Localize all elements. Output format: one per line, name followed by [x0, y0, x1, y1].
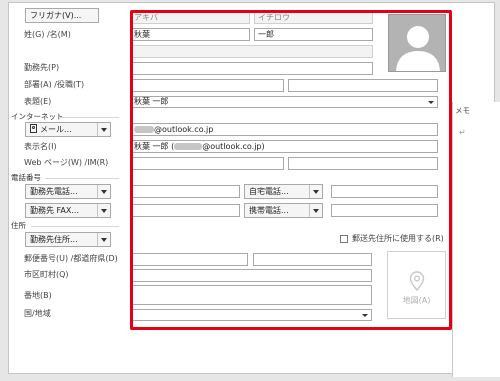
- chevron-down-icon[interactable]: [97, 123, 110, 136]
- contact-window: フリガナ(V)... 姓(G) /名(M) 勤務先(P) 部署(A) /役職(T…: [8, 2, 500, 377]
- highlight-frame: [130, 10, 452, 330]
- display-name-label: 表示名(I): [24, 142, 57, 151]
- furigana-button[interactable]: フリガナ(V)...: [25, 8, 99, 23]
- phone-divider: [45, 178, 119, 179]
- chevron-down-icon[interactable]: [97, 185, 110, 198]
- webpage-label: Web ページ(W) /IM(R): [24, 158, 109, 167]
- memo-pane[interactable]: メモ ↵: [452, 102, 500, 377]
- address-section-label: 住所: [11, 221, 26, 230]
- department-label: 部署(A) /役職(T): [24, 80, 85, 89]
- city-label: 市区町村(Q): [24, 270, 69, 279]
- phone-section-label: 電話番号: [11, 173, 41, 182]
- display-as-label: 表題(E): [24, 97, 52, 106]
- address-button-label: 勤務先住所...: [30, 235, 78, 244]
- email-button[interactable]: メール...: [25, 122, 111, 137]
- memo-label: メモ: [455, 106, 470, 115]
- memo-return-mark: ↵: [459, 128, 466, 137]
- phone1-button[interactable]: 勤務先電話...: [25, 184, 111, 199]
- postal-label: 郵便番号(U) /都道府県(D): [24, 254, 118, 263]
- country-label: 国/地域: [24, 309, 51, 318]
- phone1-button-label: 勤務先電話...: [30, 187, 78, 196]
- chevron-down-icon[interactable]: [97, 204, 110, 217]
- street-label: 番地(B): [24, 291, 52, 300]
- phone2-button[interactable]: 勤務先 FAX...: [25, 203, 111, 218]
- internet-section-label: インターネット: [11, 112, 64, 121]
- address-divider: [31, 226, 119, 227]
- phone2-button-label: 勤務先 FAX...: [30, 206, 79, 215]
- company-label: 勤務先(P): [24, 63, 60, 72]
- email-card-icon: [30, 124, 37, 133]
- address-button[interactable]: 勤務先住所...: [25, 232, 111, 247]
- internet-divider: [59, 117, 119, 118]
- name-label: 姓(G) /名(M): [24, 30, 71, 39]
- email-button-label: メール...: [40, 125, 72, 134]
- chevron-down-icon[interactable]: [97, 233, 110, 246]
